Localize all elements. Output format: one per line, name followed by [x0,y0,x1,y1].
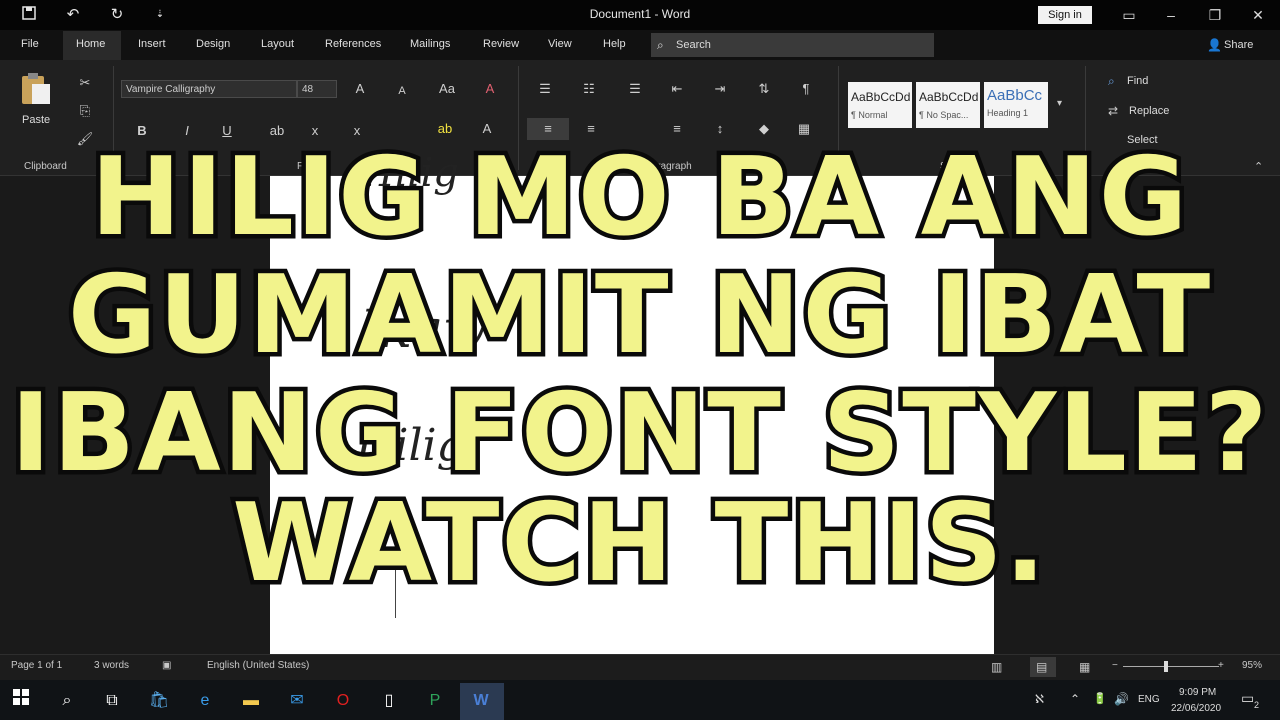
window-title: Document1 - Word [589,7,691,21]
tab-layout[interactable]: Layout [261,38,294,54]
styles-more-icon[interactable]: ▾ [1057,98,1062,109]
style-heading-1[interactable]: AaBbCc Heading 1 [984,82,1048,128]
menu-tabs-bar [0,30,1280,60]
edge-icon[interactable]: e [192,688,218,714]
windows-start-icon[interactable] [8,688,34,714]
clock-time[interactable]: 9:09 PM [1179,687,1216,698]
tab-view[interactable]: View [548,38,572,54]
search-label: Search [676,39,711,51]
ribbon-display-icon[interactable]: ▭ [1117,4,1141,26]
font-name-input[interactable]: Vampire Calligraphy [121,80,297,98]
overlay-line: IBANG FONT STYLE? [6,369,1272,498]
tab-review[interactable]: Review [483,38,519,54]
sort-icon[interactable]: ⇅ [755,80,773,98]
replace-button[interactable]: Replace [1129,105,1169,117]
copy-icon[interactable]: ⎘ [76,102,94,120]
task-view-icon[interactable]: ⧉ [99,688,125,714]
tab-design[interactable]: Design [196,38,230,54]
page-count[interactable]: Page 1 of 1 [11,660,62,671]
customize-toolbar-icon[interactable]: ⇣ [150,6,170,24]
person-icon: 👤 [1207,38,1222,52]
proofing-icon[interactable]: ▣ [162,660,171,671]
find-icon: ⌕ [1108,74,1115,88]
change-case-icon[interactable]: Aa [438,80,456,98]
style-preview: AaBbCc [987,87,1043,104]
share-button[interactable]: Share [1224,39,1253,51]
show-hidden-icons[interactable]: ⌃ [1070,692,1080,706]
overlay-line: GUMAMIT NG IBAT [63,251,1214,380]
multilevel-list-icon[interactable]: ☰ [626,80,644,98]
zoom-slider[interactable] [1123,666,1219,667]
maximize-button[interactable]: ❐ [1203,4,1227,26]
style-preview: AaBbCcDd [851,90,911,104]
grow-font-icon[interactable]: A [351,80,369,98]
document-icon[interactable]: ▯ [376,688,402,714]
style-name: ¶ No Spac... [919,110,969,120]
style-no-spacing[interactable]: AaBbCcDd ¶ No Spac... [916,82,980,128]
read-mode-icon[interactable]: ▥ [991,660,1002,674]
clear-formatting-icon[interactable]: A [481,80,499,98]
decrease-indent-icon[interactable]: ⇤ [668,80,686,98]
word-window: { "window": {"title": "Document1 - Word"… [0,0,1280,720]
mail-icon[interactable]: ✉ [284,688,310,714]
zoom-in-icon[interactable]: + [1218,660,1224,671]
tab-insert[interactable]: Insert [138,38,166,54]
search-icon[interactable]: ⌕ [54,688,80,714]
overlay-line: HILIG MO BA ANG [86,133,1192,262]
close-button[interactable]: ✕ [1246,4,1270,26]
file-explorer-icon[interactable]: ▬ [238,688,264,714]
zoom-level[interactable]: 95% [1242,660,1262,671]
bullets-icon[interactable]: ☰ [536,80,554,98]
increase-indent-icon[interactable]: ⇥ [711,80,729,98]
undo-icon[interactable]: ↶ [63,6,83,24]
minimize-button[interactable]: – [1159,4,1183,26]
clock-date[interactable]: 22/06/2020 [1171,703,1221,714]
word-count[interactable]: 3 words [94,660,129,671]
find-button[interactable]: Find [1127,75,1148,87]
zoom-slider-thumb[interactable] [1164,661,1168,672]
tab-references[interactable]: References [325,38,381,54]
redo-icon[interactable]: ↻ [107,6,127,24]
web-layout-icon[interactable]: ▦ [1079,660,1090,674]
font-size-input[interactable]: 48 [297,80,337,98]
style-preview: AaBbCcDd [919,90,979,104]
network-icon[interactable]: 🔋 [1093,692,1107,705]
opera-icon[interactable]: O [330,688,356,714]
volume-icon[interactable]: 🔊 [1114,692,1129,706]
save-icon[interactable] [19,6,39,24]
word-icon: W [473,692,489,709]
tab-file[interactable]: File [21,38,39,54]
zoom-out-icon[interactable]: − [1112,660,1118,671]
cut-icon[interactable]: ✂ [76,74,94,92]
notifications-icon[interactable]: ▭ [1241,690,1254,707]
paste-label[interactable]: Paste [22,114,50,126]
search-icon: ⌕ [657,38,664,52]
tab-help[interactable]: Help [603,38,626,54]
tab-home[interactable]: Home [76,38,105,54]
notification-count: 2 [1254,700,1260,710]
show-formatting-icon[interactable]: ¶ [797,80,815,98]
people-icon[interactable]: ℵ [1035,692,1044,706]
sign-in-button[interactable]: Sign in [1038,6,1092,24]
print-layout-icon: ▤ [1036,660,1048,674]
style-normal[interactable]: AaBbCcDd ¶ Normal [848,82,912,128]
paste-icon[interactable] [18,72,54,106]
tab-mailings[interactable]: Mailings [410,38,450,54]
style-name: Heading 1 [987,108,1029,118]
shrink-font-icon[interactable]: A [393,82,411,100]
style-name: ¶ Normal [851,110,888,120]
overlay-line: WATCH THIS. [228,479,1050,608]
numbering-icon[interactable]: ☷ [580,80,598,98]
input-language[interactable]: ENG [1138,694,1160,705]
publisher-icon[interactable]: P [422,688,448,714]
store-icon[interactable]: 🛍 [146,688,172,714]
language-status[interactable]: English (United States) [207,660,309,671]
replace-icon: ⇄ [1108,104,1119,118]
